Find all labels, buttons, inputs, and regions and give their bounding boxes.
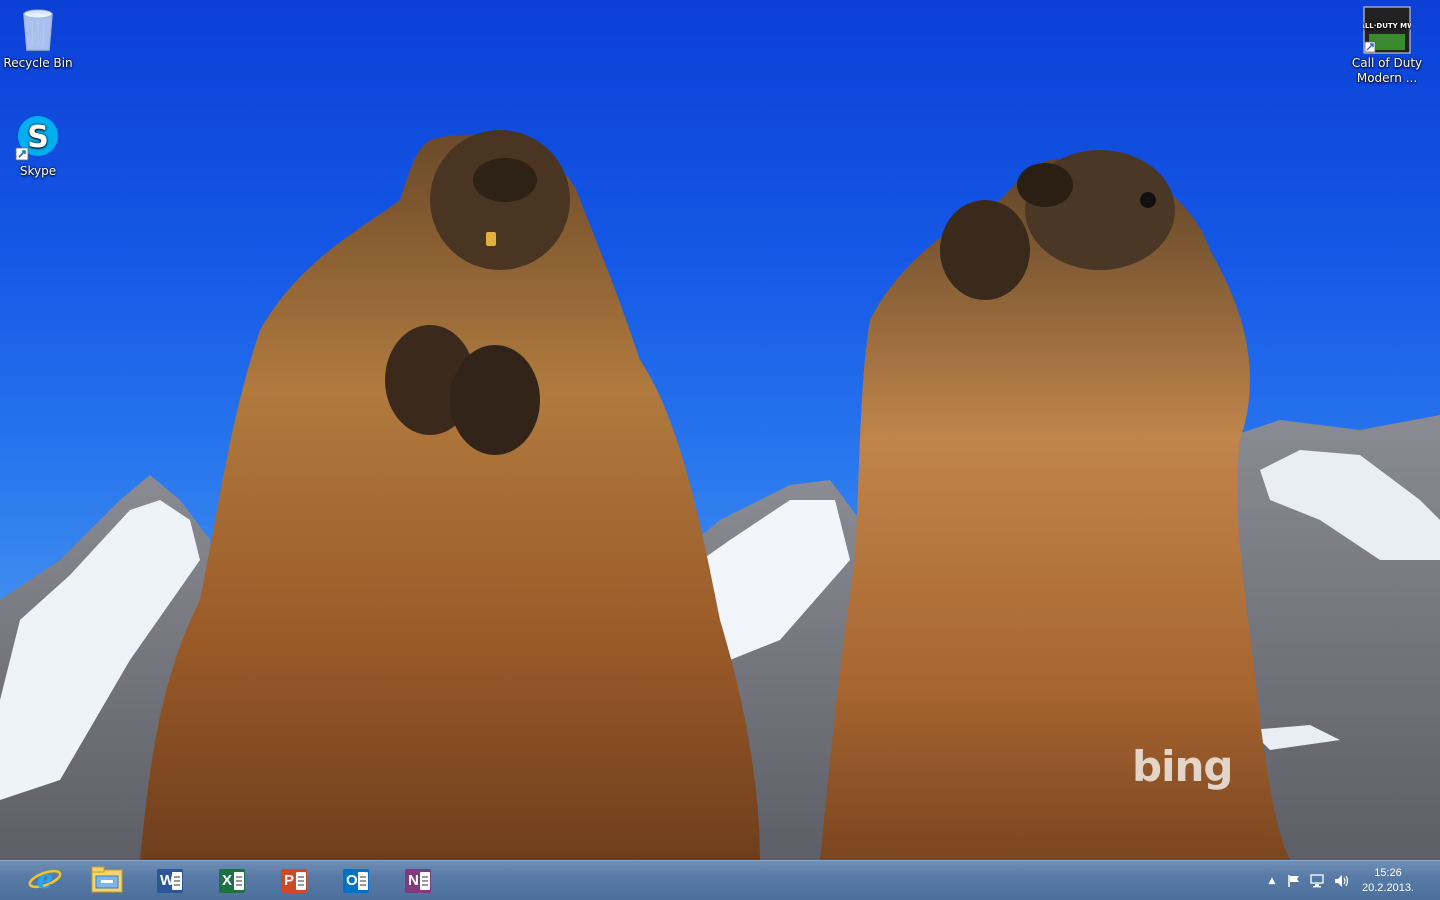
action-center-flag-icon[interactable]	[1286, 873, 1302, 889]
excel-icon: X	[219, 868, 245, 893]
show-hidden-icons-chevron-icon[interactable]: ▲	[1264, 873, 1280, 889]
powerpoint-icon: P	[281, 868, 307, 893]
network-icon[interactable]	[1310, 873, 1326, 889]
taskbar-button-outlook[interactable]: O	[326, 861, 386, 900]
onenote-icon: N	[405, 868, 431, 893]
word-icon: W	[157, 868, 183, 893]
taskbar-button-word[interactable]: W	[140, 861, 200, 900]
taskbar-button-file-explorer[interactable]	[77, 861, 137, 900]
desktop-icon-call-of-duty[interactable]: CALL·DUTY MW3 Call of Duty Modern ...	[1349, 6, 1425, 86]
taskbar-button-powerpoint[interactable]: P	[264, 861, 324, 900]
desktop-icon-label: Call of Duty Modern ...	[1351, 56, 1423, 85]
desktop[interactable]: Recycle Bin S Skype CALL·DUTY MW3 Call o…	[0, 0, 1440, 860]
clock-time: 15:26	[1374, 867, 1402, 879]
bing-watermark: bing	[1132, 742, 1233, 791]
desktop-icon-label: Recycle Bin	[3, 56, 73, 70]
svg-text:CALL·DUTY MW3: CALL·DUTY MW3	[1363, 22, 1411, 30]
recycle-bin-icon	[14, 6, 62, 54]
svg-text:S: S	[27, 120, 49, 155]
taskbar-clock[interactable]: 15:26 20.2.2013.	[1358, 866, 1418, 896]
desktop-icon-recycle-bin[interactable]: Recycle Bin	[0, 6, 76, 71]
file-explorer-icon	[90, 864, 124, 898]
internet-explorer-icon: e	[28, 862, 62, 900]
skype-icon: S	[14, 114, 62, 162]
svg-text:e: e	[37, 865, 54, 895]
taskbar-button-excel[interactable]: X	[202, 861, 262, 900]
outlook-icon: O	[343, 868, 369, 893]
desktop-icon-skype[interactable]: S Skype	[0, 114, 76, 179]
clock-date: 20.2.2013.	[1362, 882, 1414, 894]
call-of-duty-icon: CALL·DUTY MW3	[1354, 6, 1420, 54]
desktop-icon-label: Skype	[19, 164, 57, 178]
taskbar-button-internet-explorer[interactable]: e	[15, 861, 75, 900]
taskbar: e W X P O N ▲ 15:26 20.2.2013.	[0, 860, 1440, 900]
taskbar-button-onenote[interactable]: N	[388, 861, 448, 900]
volume-icon[interactable]	[1334, 873, 1350, 889]
wallpaper-marmots	[0, 130, 1440, 860]
system-tray: ▲ 15:26 20.2.2013.	[1240, 861, 1440, 900]
